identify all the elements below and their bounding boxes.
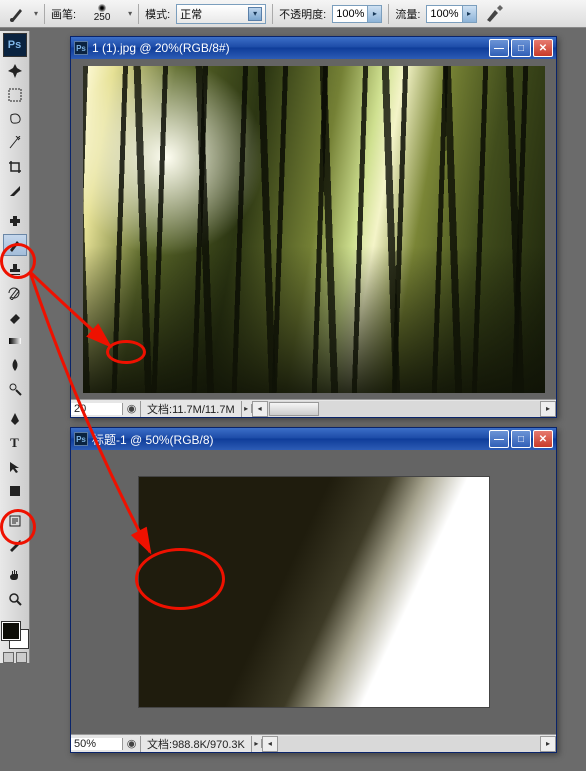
maximize-button[interactable]: □ xyxy=(511,430,531,448)
brush-label: 画笔: xyxy=(51,6,76,22)
canvas[interactable] xyxy=(71,59,556,399)
eraser-tool[interactable] xyxy=(3,306,27,328)
scroll-left-icon[interactable]: ◂ xyxy=(252,401,268,417)
airbrush-icon[interactable] xyxy=(483,3,505,25)
stamp-tool[interactable] xyxy=(3,258,27,280)
canvas[interactable] xyxy=(71,450,556,734)
lasso-tool[interactable] xyxy=(3,108,27,130)
blur-tool[interactable] xyxy=(3,354,27,376)
window-title: 1 (1).jpg @ 20%(RGB/8#) xyxy=(92,41,485,55)
docinfo: 文档:988.8K/970.3K xyxy=(141,736,252,752)
sprocket-icon[interactable]: ◉ xyxy=(123,736,141,752)
brush-tool[interactable] xyxy=(3,234,27,256)
hscrollbar[interactable]: ◂ ▸ xyxy=(252,401,556,417)
eyedropper-tool[interactable] xyxy=(3,534,27,556)
dodge-tool[interactable] xyxy=(3,378,27,400)
docinfo: 文档:11.7M/11.7M xyxy=(141,401,242,417)
type-tool[interactable]: T xyxy=(3,432,27,454)
close-button[interactable]: ✕ xyxy=(533,430,553,448)
minimize-button[interactable]: — xyxy=(489,430,509,448)
scroll-thumb[interactable] xyxy=(269,402,319,416)
titlebar[interactable]: Ps 1 (1).jpg @ 20%(RGB/8#) — □ ✕ xyxy=(71,37,556,59)
zoom-field[interactable]: 20 xyxy=(71,403,123,415)
dropdown-arrow-icon: ▾ xyxy=(248,7,262,21)
window-title: 标题-1 @ 50%(RGB/8) xyxy=(92,431,485,448)
flow-input[interactable]: 100% ▸ xyxy=(426,5,476,23)
maximize-button[interactable]: □ xyxy=(511,39,531,57)
scroll-right-icon[interactable]: ▸ xyxy=(540,401,556,417)
wand-tool[interactable] xyxy=(3,132,27,154)
quickmask-mode-icon[interactable] xyxy=(16,652,27,663)
history-brush-tool[interactable] xyxy=(3,282,27,304)
image-content xyxy=(83,66,545,393)
path-select-tool[interactable] xyxy=(3,456,27,478)
opacity-label: 不透明度: xyxy=(279,6,326,22)
status-bar: 50% ◉ 文档:988.8K/970.3K ▸ ◂ ▸ xyxy=(71,734,556,752)
hscrollbar[interactable]: ◂ ▸ xyxy=(262,736,556,752)
gradient-tool[interactable] xyxy=(3,330,27,352)
toolbox: Ps T xyxy=(0,31,30,663)
marquee-tool[interactable] xyxy=(3,84,27,106)
pen-tool[interactable] xyxy=(3,408,27,430)
shape-tool[interactable] xyxy=(3,480,27,502)
standard-mode-icon[interactable] xyxy=(3,652,14,663)
healing-tool[interactable] xyxy=(3,210,27,232)
document-icon: Ps xyxy=(74,41,88,55)
move-tool[interactable] xyxy=(3,60,27,82)
options-bar: ▾ 画笔: 250 ▾ 模式: 正常 ▾ 不透明度: 100% ▸ 流量: 10… xyxy=(0,0,586,28)
minimize-button[interactable]: — xyxy=(489,39,509,57)
document-icon: Ps xyxy=(74,432,88,446)
crop-tool[interactable] xyxy=(3,156,27,178)
color-swatch[interactable] xyxy=(2,622,28,648)
slice-tool[interactable] xyxy=(3,180,27,202)
zoom-tool[interactable] xyxy=(3,588,27,610)
hand-tool[interactable] xyxy=(3,564,27,586)
status-bar: 20 ◉ 文档:11.7M/11.7M ▸ ◂ ▸ xyxy=(71,399,556,417)
mode-label: 模式: xyxy=(145,6,170,22)
chevron-right-icon: ▸ xyxy=(462,6,476,22)
zoom-field[interactable]: 50% xyxy=(71,738,123,750)
blend-mode-select[interactable]: 正常 ▾ xyxy=(176,4,266,24)
scroll-right-icon[interactable]: ▸ xyxy=(540,736,556,752)
document-window-1: Ps 1 (1).jpg @ 20%(RGB/8#) — □ ✕ 20 ◉ 文档… xyxy=(70,36,557,418)
chevron-right-icon[interactable]: ▸ xyxy=(252,739,262,748)
chevron-right-icon: ▸ xyxy=(367,6,381,22)
sprocket-icon[interactable]: ◉ xyxy=(123,401,141,417)
notes-tool[interactable] xyxy=(3,510,27,532)
scroll-left-icon[interactable]: ◂ xyxy=(262,736,278,752)
titlebar[interactable]: Ps 标题-1 @ 50%(RGB/8) — □ ✕ xyxy=(71,428,556,450)
close-button[interactable]: ✕ xyxy=(533,39,553,57)
chevron-right-icon[interactable]: ▸ xyxy=(242,404,252,413)
document-window-2: Ps 标题-1 @ 50%(RGB/8) — □ ✕ 50% ◉ 文档:988.… xyxy=(70,427,557,753)
opacity-input[interactable]: 100% ▸ xyxy=(332,5,382,23)
image-content xyxy=(138,476,490,708)
brush-preset[interactable]: 250 xyxy=(82,4,122,23)
foreground-color-swatch[interactable] xyxy=(2,622,20,640)
app-logo: Ps xyxy=(3,33,27,57)
flow-label: 流量: xyxy=(395,6,420,22)
brush-icon[interactable] xyxy=(6,3,28,25)
